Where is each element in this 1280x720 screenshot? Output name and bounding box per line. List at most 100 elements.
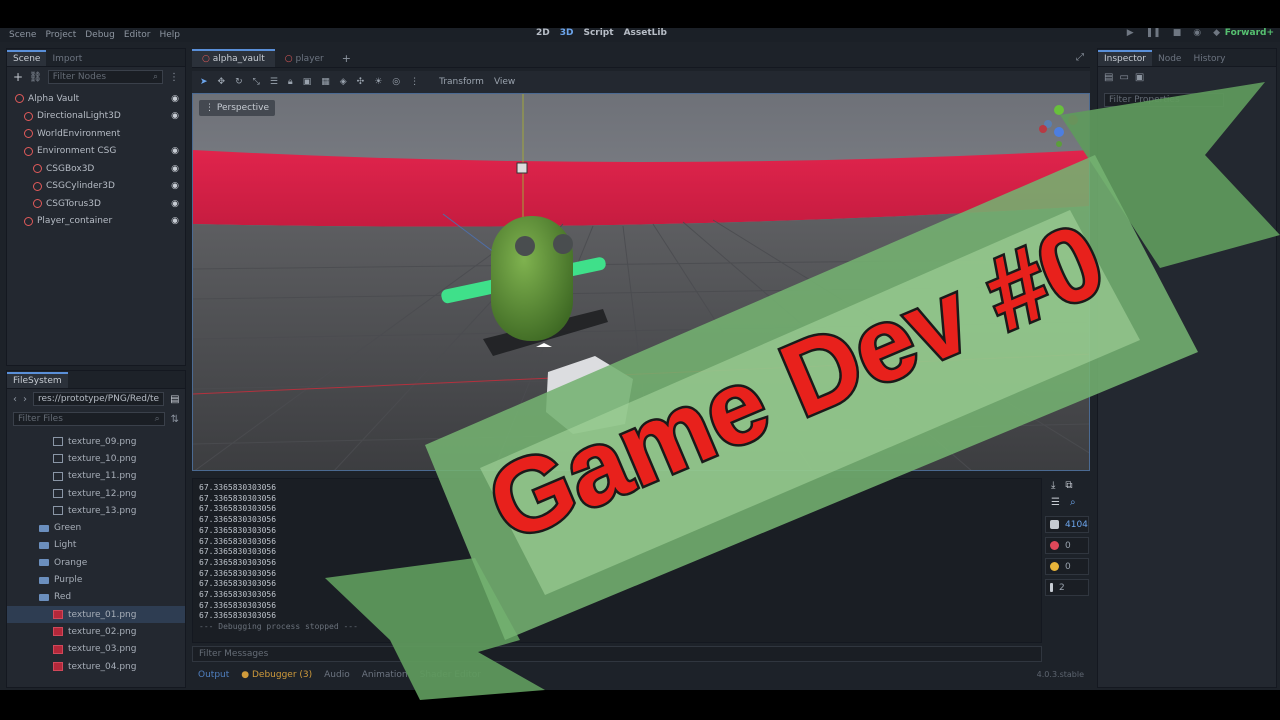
collapse-icon[interactable]: ☰ xyxy=(1051,497,1060,508)
group-icon[interactable]: ▣ xyxy=(303,77,312,87)
tab-scene[interactable]: Scene xyxy=(7,50,47,66)
menu-help[interactable]: Help xyxy=(160,30,181,40)
filter-properties-input[interactable]: Filter Properties xyxy=(1104,93,1224,107)
clear-icon[interactable]: ⤓ xyxy=(1051,480,1055,491)
file-label: texture_02.png xyxy=(68,626,137,637)
ruler-icon[interactable]: ▦ xyxy=(321,77,330,87)
filter-files-input[interactable]: Filter Files ⌕ xyxy=(13,412,165,426)
open-resource-icon[interactable]: ▭ xyxy=(1119,72,1128,83)
visibility-eye-icon[interactable]: ◉ xyxy=(171,94,179,104)
select-tool-icon[interactable]: ➤ xyxy=(200,77,208,87)
error-count[interactable]: 0 xyxy=(1045,537,1089,554)
tree-node[interactable]: CSGTorus3D ◉ xyxy=(7,195,185,213)
filter-messages-input[interactable]: Filter Messages xyxy=(192,646,1042,662)
mode-2d[interactable]: 2D xyxy=(536,28,550,38)
tree-node[interactable]: Player_container ◉ xyxy=(7,213,185,231)
visibility-eye-icon[interactable]: ◉ xyxy=(171,111,179,121)
info-count[interactable]: 2 xyxy=(1045,579,1089,596)
remote-icon[interactable]: ◉ xyxy=(1193,28,1201,38)
new-resource-icon[interactable]: ▤ xyxy=(1104,72,1113,83)
more-icon[interactable]: ⋮ xyxy=(410,77,419,87)
menu-project[interactable]: Project xyxy=(45,30,76,40)
file-item[interactable]: texture_01.png xyxy=(7,605,185,624)
file-item[interactable]: texture_02.png xyxy=(7,623,185,640)
bottom-tab[interactable]: Shader Editor xyxy=(420,670,481,680)
kebab-menu-icon[interactable]: ⋮ xyxy=(169,72,179,83)
folder-item[interactable]: Light xyxy=(7,537,185,554)
file-item[interactable]: texture_12.png xyxy=(7,485,185,502)
warning-count[interactable]: 0 xyxy=(1045,558,1089,575)
add-tab-icon[interactable]: + xyxy=(334,50,359,67)
editor-tab-player[interactable]: ○ player xyxy=(275,51,334,67)
visibility-eye-icon[interactable]: ◉ xyxy=(171,146,179,156)
file-item[interactable]: texture_04.png xyxy=(7,658,185,675)
list-select-icon[interactable]: ☰ xyxy=(270,77,278,87)
path-field[interactable]: res://prototype/PNG/Red/te xyxy=(33,392,165,406)
menu-debug[interactable]: Debug xyxy=(85,30,115,40)
3d-viewport[interactable]: ⋮ Perspective xyxy=(192,93,1090,471)
pause-icon[interactable]: ❚❚ xyxy=(1146,28,1161,38)
scale-tool-icon[interactable]: ⤡ xyxy=(253,77,260,87)
visibility-eye-icon[interactable]: ◉ xyxy=(171,181,179,191)
visibility-eye-icon[interactable]: ◉ xyxy=(171,216,179,226)
mode-3d[interactable]: 3D xyxy=(560,28,574,38)
console-search-icon[interactable]: ⌕ xyxy=(1070,497,1076,508)
tree-node[interactable]: DirectionalLight3D ◉ xyxy=(7,108,185,126)
tab-inspector[interactable]: Inspector xyxy=(1098,50,1152,66)
visibility-eye-icon[interactable]: ◉ xyxy=(171,199,179,209)
menu-editor[interactable]: Editor xyxy=(124,30,151,40)
mode-assetlib[interactable]: AssetLib xyxy=(624,28,667,38)
renderer-selector[interactable]: Forward+ xyxy=(1225,28,1274,38)
tree-node[interactable]: CSGBox3D ◉ xyxy=(7,160,185,178)
bottom-tab[interactable]: Audio xyxy=(324,670,350,680)
local-space-icon[interactable]: ◈ xyxy=(340,77,347,87)
move-tool-icon[interactable]: ✥ xyxy=(218,77,226,87)
tab-import[interactable]: Import xyxy=(46,52,88,66)
forward-icon[interactable]: › xyxy=(23,394,27,405)
folder-item[interactable]: Orange xyxy=(7,554,185,571)
save-resource-icon[interactable]: ▣ xyxy=(1135,72,1144,83)
tree-node[interactable]: Alpha Vault ◉ xyxy=(7,90,185,108)
file-item[interactable]: texture_10.png xyxy=(7,450,185,467)
folder-item[interactable]: Purple xyxy=(7,571,185,588)
bottom-tab[interactable]: Animation xyxy=(362,670,408,680)
tab-filesystem[interactable]: FileSystem xyxy=(7,372,68,388)
transform-menu[interactable]: Transform xyxy=(439,77,484,87)
split-view-icon[interactable]: ▤ xyxy=(170,394,179,405)
filter-nodes-input[interactable]: Filter Nodes ⌕ xyxy=(47,70,163,84)
add-node-icon[interactable]: + xyxy=(13,70,23,84)
bottom-tab[interactable]: ● Debugger (3) xyxy=(241,670,312,680)
sort-icon[interactable]: ⇅ xyxy=(171,414,179,425)
snap-icon[interactable]: ✣ xyxy=(357,77,365,87)
stop-icon[interactable]: ■ xyxy=(1173,28,1182,38)
tree-node[interactable]: WorldEnvironment xyxy=(7,125,185,143)
folder-item[interactable]: Red xyxy=(7,589,185,606)
tab-history[interactable]: History xyxy=(1187,52,1231,66)
file-item[interactable]: texture_09.png xyxy=(7,433,185,450)
tree-node[interactable]: Environment CSG ◉ xyxy=(7,143,185,161)
back-icon[interactable]: ‹ xyxy=(13,394,17,405)
movie-icon[interactable]: ◆ xyxy=(1213,28,1220,38)
file-item[interactable]: texture_11.png xyxy=(7,468,185,485)
editor-tab-alpha_vault[interactable]: ○ alpha_vault xyxy=(192,49,275,67)
lock-icon[interactable]: 🔒︎ xyxy=(288,77,293,87)
perspective-menu[interactable]: ⋮ Perspective xyxy=(199,100,275,116)
mode-script[interactable]: Script xyxy=(583,28,613,38)
folder-item[interactable]: Green xyxy=(7,519,185,536)
distraction-free-icon[interactable]: ⤢ xyxy=(1076,52,1084,63)
copy-icon[interactable]: ⧉ xyxy=(1065,480,1072,491)
sun-icon[interactable]: ☀ xyxy=(374,77,382,87)
menu-scene[interactable]: Scene xyxy=(9,30,36,40)
play-icon[interactable]: ▶ xyxy=(1127,28,1134,38)
bottom-tab[interactable]: Output xyxy=(198,670,229,680)
tree-node[interactable]: CSGCylinder3D ◉ xyxy=(7,178,185,196)
rotate-tool-icon[interactable]: ↻ xyxy=(235,77,243,87)
view-menu[interactable]: View xyxy=(494,77,515,87)
file-item[interactable]: texture_03.png xyxy=(7,641,185,658)
file-item[interactable]: texture_13.png xyxy=(7,502,185,519)
tab-node[interactable]: Node xyxy=(1152,52,1188,66)
environment-icon[interactable]: ◎ xyxy=(392,77,400,87)
message-count[interactable]: 4104 xyxy=(1045,516,1089,533)
visibility-eye-icon[interactable]: ◉ xyxy=(171,164,179,174)
link-icon[interactable]: ⛓ xyxy=(29,72,42,83)
